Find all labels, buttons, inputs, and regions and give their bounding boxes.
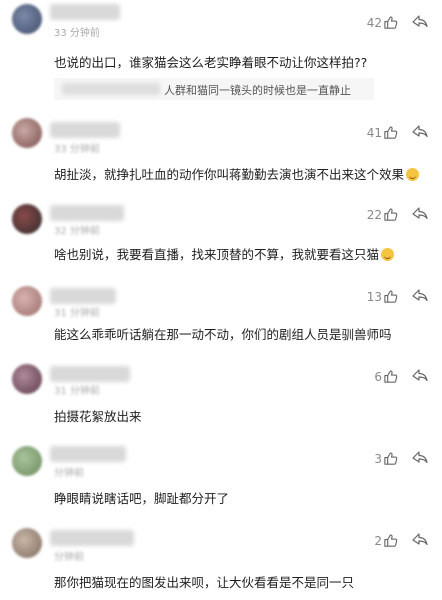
emoji-icon	[406, 168, 420, 181]
comment-text: 能这么乖乖听话躺在那一动不动，你们的剧组人员是驯兽师吗	[54, 327, 392, 342]
share-icon[interactable]	[412, 288, 428, 304]
username-blurred	[50, 530, 134, 546]
thumbs-up-icon[interactable]	[383, 369, 398, 384]
share-icon[interactable]	[412, 368, 428, 384]
username-blurred	[50, 205, 124, 221]
like-count: 41	[366, 126, 382, 140]
thumbs-up-icon[interactable]	[383, 289, 398, 304]
username-blurred	[50, 446, 126, 462]
avatar[interactable]	[12, 528, 42, 558]
share-icon[interactable]	[412, 532, 428, 548]
reply-preview[interactable]: 人群和猫同一镜头的时候也是一直静止	[54, 78, 374, 100]
thumbs-up-icon[interactable]	[383, 533, 398, 548]
thumbs-up-icon[interactable]	[383, 15, 398, 30]
timestamp: 32 分钟前	[54, 226, 100, 237]
share-icon[interactable]	[412, 14, 428, 30]
comment-text: 拍摄花絮放出来	[54, 409, 142, 424]
username-blurred	[50, 366, 130, 382]
comment-text: 睁眼睛说瞎话吧，脚趾都分开了	[54, 491, 230, 506]
like-count: 3	[374, 452, 382, 466]
username-blurred	[50, 4, 120, 20]
like-count: 6	[374, 370, 382, 384]
share-icon[interactable]	[412, 206, 428, 222]
thumbs-up-icon[interactable]	[383, 207, 398, 222]
avatar[interactable]	[12, 364, 42, 394]
reply-text: 人群和猫同一镜头的时候也是一直静止	[164, 84, 351, 97]
username-blurred	[50, 288, 116, 304]
timestamp: 33 分钟前	[54, 28, 100, 39]
avatar[interactable]	[12, 118, 42, 148]
timestamp: 31 分钟前	[54, 386, 100, 397]
comment-text: 胡扯淡，就挣扎吐血的动作你叫蒋勤勤去演也演不出来这个效果	[54, 164, 428, 183]
comment-text: 那你把猫现在的图发出来呗，让大伙看看是不是同一只	[54, 575, 355, 590]
timestamp: 33 分钟前	[54, 144, 100, 155]
avatar[interactable]	[12, 446, 42, 476]
share-icon[interactable]	[412, 124, 428, 140]
like-count: 22	[366, 208, 382, 222]
comment-text: 啥也别说，我要看直播，找来顶替的不算，我就要看这只猫	[54, 244, 428, 263]
share-icon[interactable]	[412, 450, 428, 466]
comment-text-body: 胡扯淡，就挣扎吐血的动作你叫蒋勤勤去演也演不出来这个效果	[54, 167, 405, 182]
avatar[interactable]	[12, 204, 42, 234]
timestamp: 31 分钟前	[54, 308, 100, 319]
username-blurred	[50, 122, 120, 138]
timestamp: 分钟前	[54, 468, 84, 479]
timestamp: 分钟前	[54, 552, 84, 563]
thumbs-up-icon[interactable]	[383, 451, 398, 466]
avatar[interactable]	[12, 4, 42, 34]
like-count: 13	[366, 290, 382, 304]
reply-author-blurred	[62, 83, 160, 95]
comment-text-body: 啥也别说，我要看直播，找来顶替的不算，我就要看这只猫	[54, 247, 380, 262]
thumbs-up-icon[interactable]	[383, 125, 398, 140]
like-count: 42	[366, 16, 382, 30]
avatar[interactable]	[12, 286, 42, 316]
comment-text: 也说的出口，谁家猫会这么老实睁着眼不动让你这样拍??	[54, 55, 368, 70]
emoji-icon	[381, 248, 395, 261]
like-count: 2	[374, 534, 382, 548]
